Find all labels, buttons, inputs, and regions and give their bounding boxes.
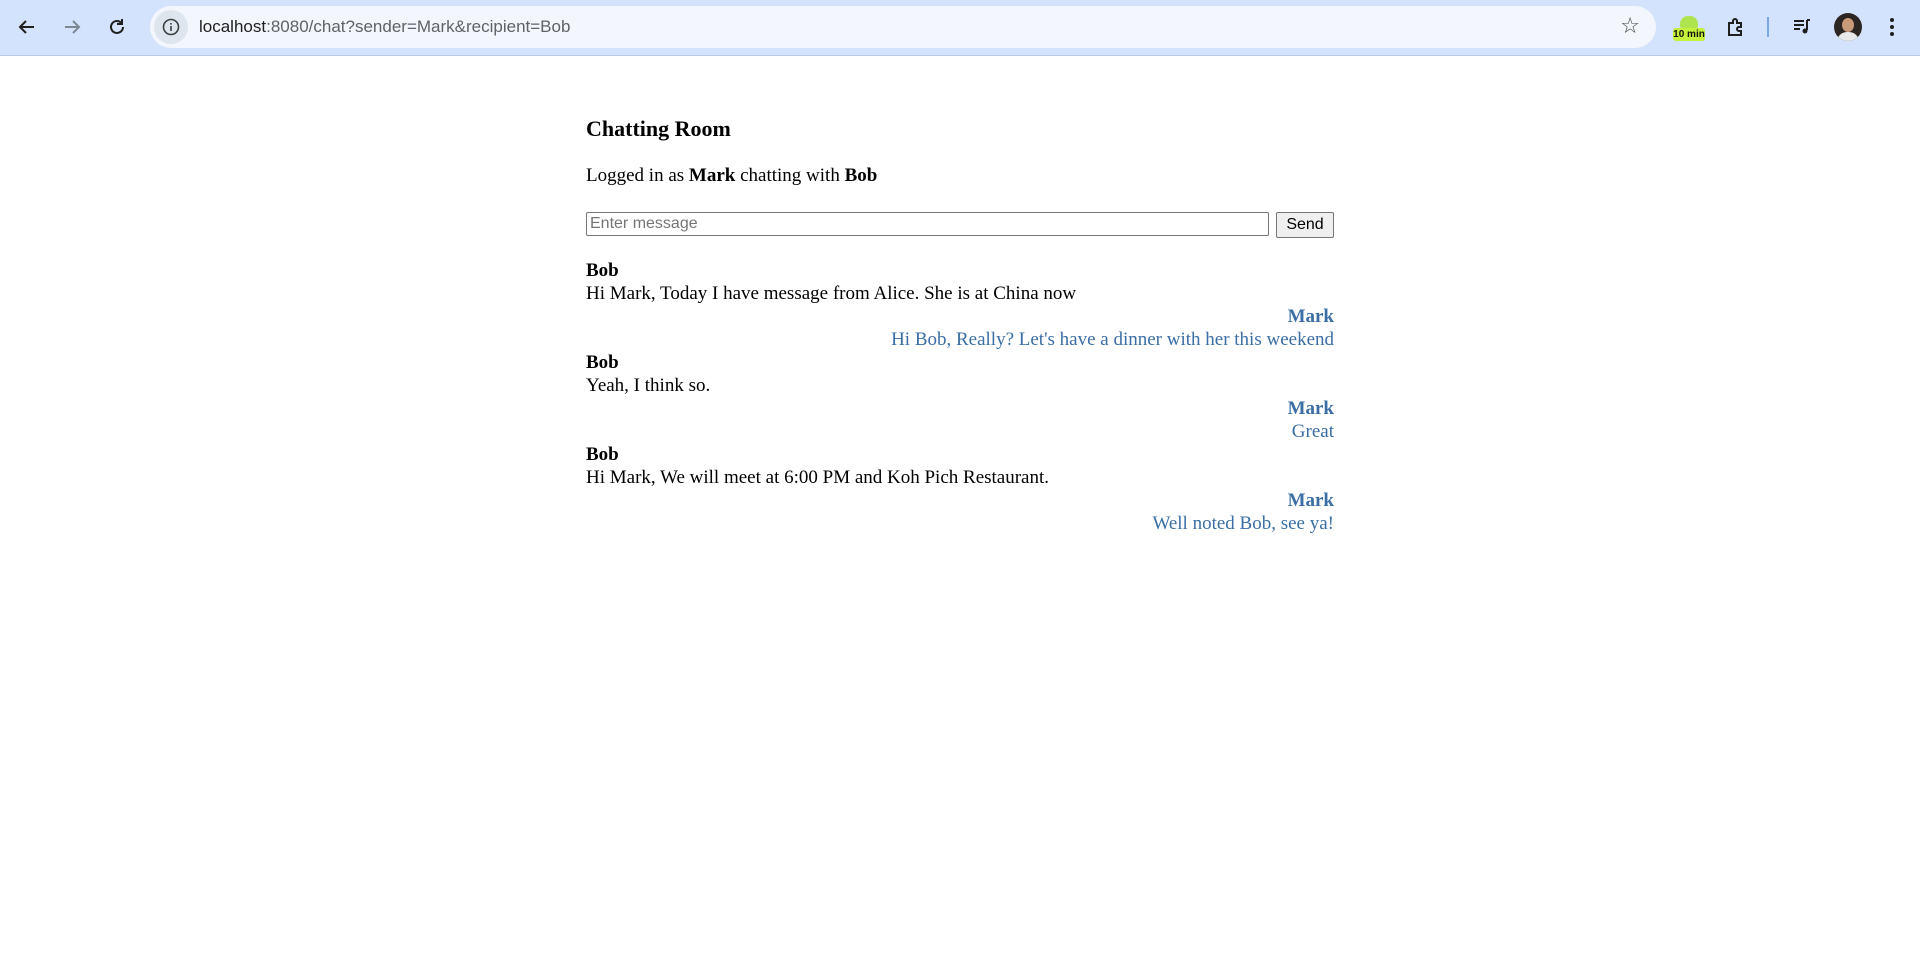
url-host: localhost <box>199 17 267 36</box>
message-text: Hi Bob, Really? Let's have a dinner with… <box>891 329 1334 350</box>
message-text: Hi Mark, We will meet at 6:00 PM and Koh… <box>586 467 1050 488</box>
login-status: Logged in as Mark chatting with Bob <box>586 165 877 187</box>
message-item: Mark Great <box>586 397 1334 443</box>
message-text: Yeah, I think so. <box>586 375 711 396</box>
message-author: Mark <box>1287 398 1334 419</box>
site-info-icon[interactable] <box>154 10 188 44</box>
login-prefix: Logged in as <box>586 165 689 186</box>
back-button[interactable] <box>9 9 45 45</box>
message-text: Great <box>1291 421 1334 442</box>
message-item: Mark Well noted Bob, see ya! <box>586 489 1334 535</box>
timer-extension-button[interactable]: 10 min <box>1672 12 1708 44</box>
forward-button[interactable] <box>54 9 90 45</box>
message-author: Bob <box>586 260 619 281</box>
message-author: Bob <box>586 352 619 373</box>
puzzle-piece-icon <box>1728 18 1742 36</box>
message-item: Bob Yeah, I think so. <box>586 351 1334 397</box>
send-button[interactable]: Send <box>1276 212 1334 238</box>
message-item: Bob Hi Mark, We will meet at 6:00 PM and… <box>586 443 1334 489</box>
timer-extension-icon <box>1680 16 1698 28</box>
arrow-left-icon <box>18 20 34 34</box>
login-middle: chatting with <box>735 165 845 186</box>
message-item: Mark Hi Bob, Really? Let's have a dinner… <box>586 305 1334 351</box>
address-bar[interactable]: localhost:8080/chat?sender=Mark&recipien… <box>150 6 1656 48</box>
queue-music-icon <box>1794 19 1810 34</box>
browser-menu-button[interactable] <box>1874 9 1910 45</box>
message-item: Bob Hi Mark, Today I have message from A… <box>586 259 1334 305</box>
message-text: Hi Mark, Today I have message from Alice… <box>586 283 1077 304</box>
page-title: Chatting Room <box>586 116 731 141</box>
extensions-button[interactable] <box>1718 9 1754 45</box>
reload-icon <box>110 19 124 34</box>
message-list: Bob Hi Mark, Today I have message from A… <box>586 259 1334 535</box>
more-vertical-icon <box>1890 18 1894 36</box>
sender-name: Mark <box>688 165 736 186</box>
message-input[interactable] <box>586 212 1269 236</box>
url-path: :8080/chat?sender=Mark&recipient=Bob <box>266 17 571 36</box>
message-author: Mark <box>1287 306 1334 327</box>
profile-avatar[interactable] <box>1834 13 1862 41</box>
message-author: Bob <box>586 444 619 465</box>
message-text: Well noted Bob, see ya! <box>1152 513 1334 534</box>
message-author: Mark <box>1287 490 1334 511</box>
recipient-name: Bob <box>844 165 878 186</box>
bookmark-star-icon[interactable]: ☆ <box>1620 14 1640 39</box>
url-text[interactable]: localhost:8080/chat?sender=Mark&recipien… <box>199 17 570 37</box>
arrow-right-icon <box>65 20 81 34</box>
browser-toolbar: localhost:8080/chat?sender=Mark&recipien… <box>0 0 1920 56</box>
reload-button[interactable] <box>99 9 135 45</box>
toolbar-divider <box>1767 17 1769 37</box>
timer-extension-badge: 10 min <box>1673 28 1705 41</box>
message-compose-form: Send <box>586 212 1334 238</box>
media-controls-button[interactable] <box>1784 9 1820 45</box>
